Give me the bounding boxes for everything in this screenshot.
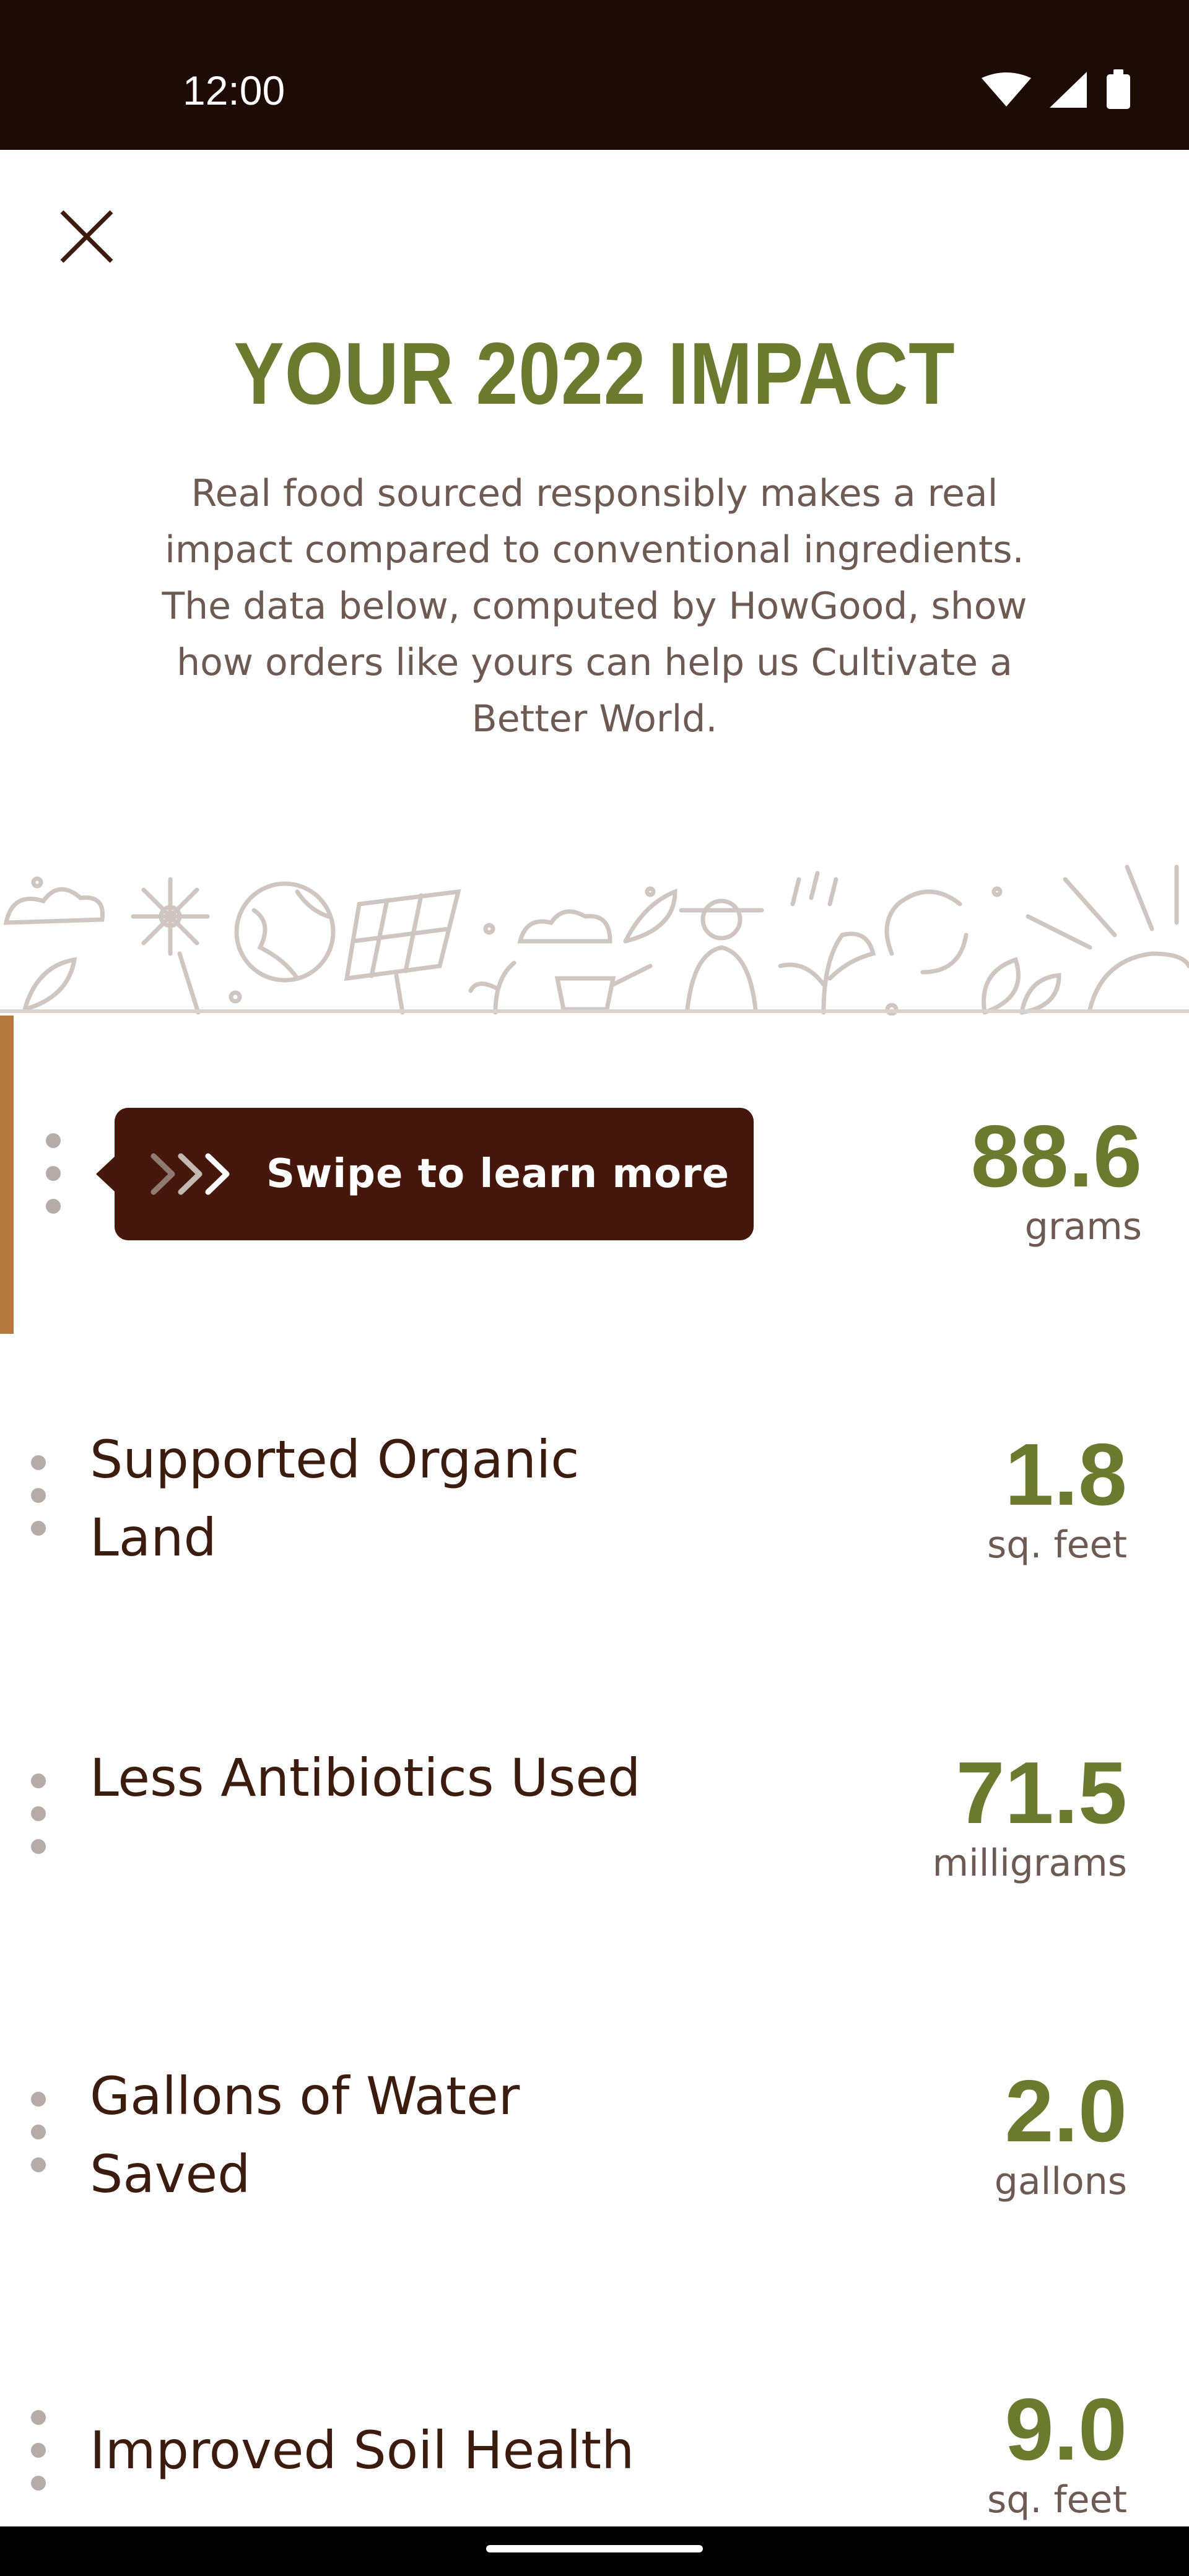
impact-label: Improved Soil Health (90, 2420, 635, 2481)
impact-value: 9.0 (1004, 2380, 1127, 2479)
status-icons (982, 69, 1130, 109)
close-icon (60, 210, 113, 263)
impact-row[interactable]: Supported Organic Land 1.8 sq. feet (0, 1334, 1189, 1652)
impact-label: Gallons of Water Saved (90, 2066, 520, 2204)
impact-value: 1.8 (1004, 1425, 1127, 1524)
battery-icon (1107, 74, 1130, 109)
page-title: YOUR 2022 IMPACT (233, 324, 956, 423)
drag-handle-icon[interactable] (46, 1133, 61, 1214)
leaf-icon (22, 957, 77, 1012)
leaf-icon (1019, 973, 1061, 1015)
close-button[interactable] (50, 199, 124, 274)
tooltip-arrow (96, 1155, 116, 1193)
sprout-icon (778, 931, 876, 1015)
impact-unit: sq. feet (987, 2478, 1127, 2522)
impact-value: 88.6 (970, 1107, 1142, 1206)
drag-handle-icon[interactable] (31, 1455, 46, 1536)
impact-row[interactable]: Less Antibiotics Used 71.5 milligrams (0, 1652, 1189, 1970)
banner-divider (0, 1009, 1189, 1013)
cloud-icon (3, 887, 105, 925)
impact-unit: grams (1024, 1205, 1142, 1248)
impact-row[interactable]: Improved Soil Health 9.0 sq. feet (0, 2289, 1189, 2526)
impact-value: 71.5 (956, 1744, 1127, 1842)
sprout-icon (468, 960, 516, 1015)
status-bar: 12:00 (0, 0, 1189, 150)
solar-panel-icon (344, 889, 461, 1015)
intro-text: Real food sourced responsibly makes a re… (162, 472, 1027, 741)
impact-label: Supported Organic Land (90, 1429, 580, 1568)
rain-icon (790, 871, 838, 907)
signal-icon (1050, 72, 1087, 108)
impact-unit: milligrams (932, 1842, 1127, 1885)
recycle-icon (884, 889, 969, 975)
leaf-icon (623, 888, 677, 944)
drag-handle-icon[interactable] (31, 1773, 46, 1854)
drag-handle-icon[interactable] (31, 2092, 46, 2172)
status-time: 12:00 (183, 67, 285, 113)
globe-icon (234, 881, 336, 983)
drag-handle-icon[interactable] (31, 2410, 46, 2491)
navigation-bar (0, 2526, 1189, 2576)
impact-value: 2.0 (1004, 2062, 1127, 2160)
impact-unit: sq. feet (987, 1523, 1127, 1567)
watering-can-icon (554, 964, 653, 1012)
chevrons-right-icon (150, 1153, 230, 1195)
tooltip-text: Swipe to learn more (266, 1151, 730, 1197)
illustration-banner (3, 864, 1189, 1016)
row-accent-bar (0, 1016, 14, 1334)
sun-icon (1026, 864, 1189, 1012)
dandelion-icon (131, 877, 210, 1015)
cloud-icon (517, 909, 612, 944)
home-gesture-handle[interactable] (486, 2545, 703, 2552)
impact-label: Less Antibiotics Used (90, 1747, 641, 1808)
farmer-icon (679, 899, 764, 1012)
swipe-tooltip[interactable]: Swipe to learn more (96, 1108, 754, 1240)
wifi-icon (982, 72, 1031, 107)
leaf-icon (982, 957, 1021, 1015)
impact-row[interactable]: Gallons of Water Saved 2.0 gallons (0, 1970, 1189, 2289)
impact-unit: gallons (994, 2160, 1127, 2203)
